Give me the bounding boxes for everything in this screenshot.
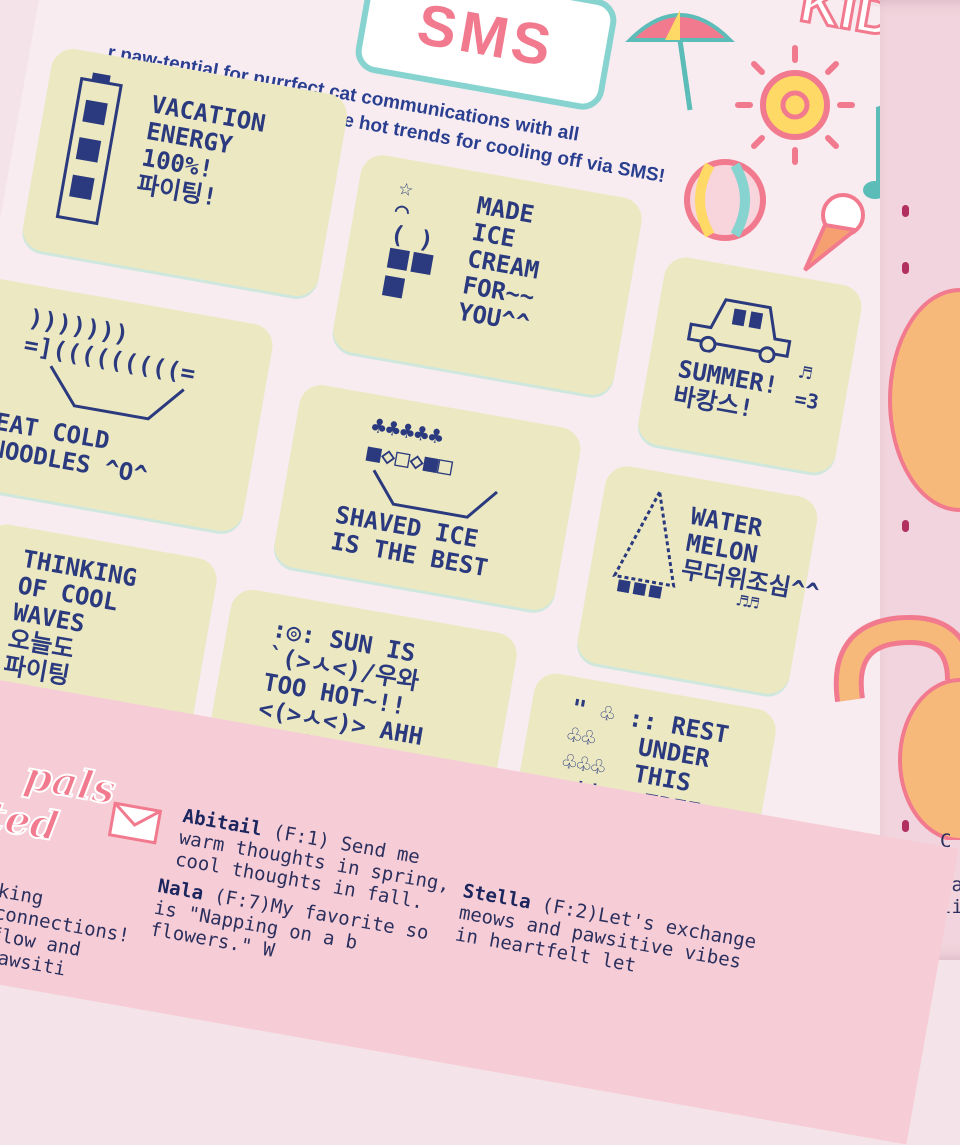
umbrella-icon	[625, 10, 735, 111]
card-waves-text: THINKING OF COOL WAVES 오늘도 파이팅	[1, 544, 139, 691]
card-watermelon: WATER MELON 무더위조심^^ ♬♬	[574, 462, 821, 698]
card-summer-text: SUMMER! 바캉스!	[671, 354, 781, 423]
card-summer-extra: ♬ =3	[792, 359, 821, 415]
penpals-banner: pals ted	[0, 751, 120, 852]
icecream-art: ☆ ◠( )	[379, 173, 448, 308]
sun-icon	[735, 45, 855, 165]
card-icecream-text: MADE ICE CREAM FOR~~ YOU^^	[455, 191, 542, 338]
card-watermelon-extra: ♬♬	[735, 590, 761, 615]
beach-ball-icon	[684, 159, 766, 241]
car-icon	[686, 298, 792, 364]
card-summer: SUMMER! 바캉스! ♬ =3	[635, 254, 865, 476]
battery-icon	[55, 72, 123, 226]
ice-cream-icon	[803, 193, 865, 272]
card-vacation-text: VACATION ENERGY 100%! 파이팅!	[134, 90, 268, 212]
